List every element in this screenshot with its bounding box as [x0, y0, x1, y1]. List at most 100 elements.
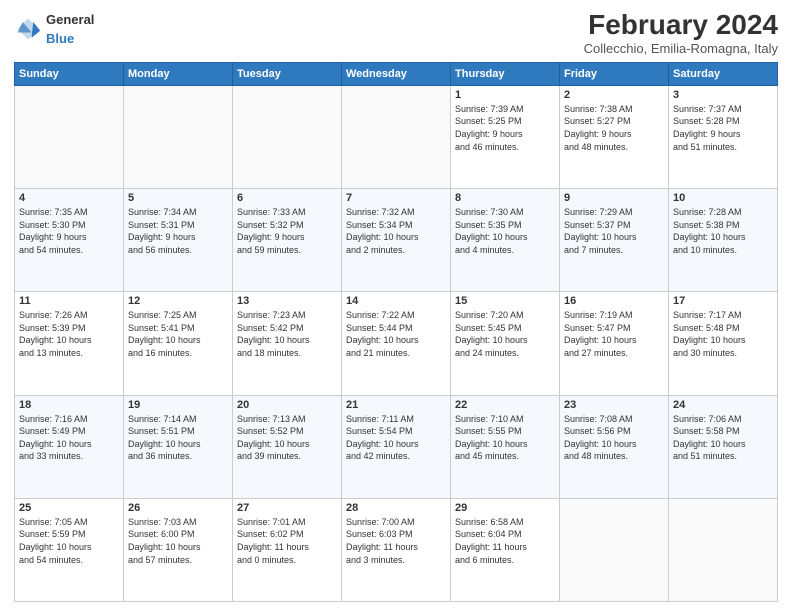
day-info-w0-d6: Sunrise: 7:37 AM Sunset: 5:28 PM Dayligh…	[673, 103, 773, 153]
day-number-w2-d3: 14	[346, 295, 446, 307]
header-monday: Monday	[124, 62, 233, 85]
calendar-cell-w2-d0: 11 Sunrise: 7:26 AM Sunset: 5:39 PM Dayli…	[15, 292, 124, 395]
header-sunday: Sunday	[15, 62, 124, 85]
day-info-w2-d0: Sunrise: 7:26 AM Sunset: 5:39 PM Dayligh…	[19, 309, 119, 359]
calendar-cell-w1-d2: 6 Sunrise: 7:33 AM Sunset: 5:32 PM Daylig…	[233, 189, 342, 292]
day-number-w3-d6: 24	[673, 399, 773, 411]
header-wednesday: Wednesday	[342, 62, 451, 85]
day-info-w1-d5: Sunrise: 7:29 AM Sunset: 5:37 PM Dayligh…	[564, 206, 664, 256]
day-info-w1-d3: Sunrise: 7:32 AM Sunset: 5:34 PM Dayligh…	[346, 206, 446, 256]
calendar-cell-w4-d2: 27Sunrise: 7:01 AM Sunset: 6:02 PM Dayli…	[233, 498, 342, 601]
day-number-w2-d5: 16	[564, 295, 664, 307]
calendar-cell-w2-d4: 15 Sunrise: 7:20 AM Sunset: 5:45 PM Dayli…	[451, 292, 560, 395]
day-info-w4-d2: Sunrise: 7:01 AM Sunset: 6:02 PM Dayligh…	[237, 516, 337, 566]
calendar-cell-w3-d4: 22 Sunrise: 7:10 AM Sunset: 5:55 PM Dayli…	[451, 395, 560, 498]
day-info-w4-d3: Sunrise: 7:00 AM Sunset: 6:03 PM Dayligh…	[346, 516, 446, 566]
day-number-w2-d6: 17	[673, 295, 773, 307]
subtitle: Collecchio, Emilia-Romagna, Italy	[584, 41, 778, 56]
week-row-4: 25 Sunrise: 7:05 AM Sunset: 5:59 PM Dayli…	[15, 498, 778, 601]
day-info-w3-d4: Sunrise: 7:10 AM Sunset: 5:55 PM Dayligh…	[455, 413, 555, 463]
calendar-cell-w2-d3: 14Sunrise: 7:22 AM Sunset: 5:44 PM Dayli…	[342, 292, 451, 395]
calendar-table: Sunday Monday Tuesday Wednesday Thursday…	[14, 62, 778, 602]
day-number-w2-d0: 11	[19, 295, 119, 307]
week-row-3: 18Sunrise: 7:16 AM Sunset: 5:49 PM Dayli…	[15, 395, 778, 498]
day-number-w1-d4: 8	[455, 192, 555, 204]
calendar-cell-w1-d6: 10 Sunrise: 7:28 AM Sunset: 5:38 PM Dayli…	[669, 189, 778, 292]
day-number-w0-d6: 3	[673, 89, 773, 101]
header-tuesday: Tuesday	[233, 62, 342, 85]
day-number-w2-d2: 13	[237, 295, 337, 307]
calendar-cell-w4-d6	[669, 498, 778, 601]
week-row-2: 11 Sunrise: 7:26 AM Sunset: 5:39 PM Dayli…	[15, 292, 778, 395]
main-title: February 2024	[584, 10, 778, 41]
calendar-cell-w1-d4: 8 Sunrise: 7:30 AM Sunset: 5:35 PM Daylig…	[451, 189, 560, 292]
day-info-w3-d5: Sunrise: 7:08 AM Sunset: 5:56 PM Dayligh…	[564, 413, 664, 463]
day-info-w3-d2: Sunrise: 7:13 AM Sunset: 5:52 PM Dayligh…	[237, 413, 337, 463]
calendar-cell-w4-d5	[560, 498, 669, 601]
day-info-w1-d6: Sunrise: 7:28 AM Sunset: 5:38 PM Dayligh…	[673, 206, 773, 256]
calendar-cell-w2-d2: 13 Sunrise: 7:23 AM Sunset: 5:42 PM Dayli…	[233, 292, 342, 395]
day-info-w4-d0: Sunrise: 7:05 AM Sunset: 5:59 PM Dayligh…	[19, 516, 119, 566]
calendar-cell-w0-d2	[233, 85, 342, 188]
calendar-cell-w0-d3	[342, 85, 451, 188]
day-info-w4-d4: Sunrise: 6:58 AM Sunset: 6:04 PM Dayligh…	[455, 516, 555, 566]
logo: General Blue	[14, 10, 94, 48]
week-row-1: 4 Sunrise: 7:35 AM Sunset: 5:30 PM Daylig…	[15, 189, 778, 292]
calendar-cell-w4-d3: 28 Sunrise: 7:00 AM Sunset: 6:03 PM Dayli…	[342, 498, 451, 601]
page: General Blue February 2024 Collecchio, E…	[0, 0, 792, 612]
day-info-w3-d6: Sunrise: 7:06 AM Sunset: 5:58 PM Dayligh…	[673, 413, 773, 463]
calendar-cell-w4-d4: 29Sunrise: 6:58 AM Sunset: 6:04 PM Dayli…	[451, 498, 560, 601]
day-number-w3-d5: 23	[564, 399, 664, 411]
calendar-cell-w0-d6: 3 Sunrise: 7:37 AM Sunset: 5:28 PM Daylig…	[669, 85, 778, 188]
day-number-w3-d4: 22	[455, 399, 555, 411]
day-info-w1-d4: Sunrise: 7:30 AM Sunset: 5:35 PM Dayligh…	[455, 206, 555, 256]
calendar-cell-w3-d3: 21Sunrise: 7:11 AM Sunset: 5:54 PM Dayli…	[342, 395, 451, 498]
day-info-w2-d6: Sunrise: 7:17 AM Sunset: 5:48 PM Dayligh…	[673, 309, 773, 359]
day-number-w1-d5: 9	[564, 192, 664, 204]
day-number-w4-d1: 26	[128, 502, 228, 514]
day-number-w4-d3: 28	[346, 502, 446, 514]
day-info-w3-d3: Sunrise: 7:11 AM Sunset: 5:54 PM Dayligh…	[346, 413, 446, 463]
day-info-w2-d4: Sunrise: 7:20 AM Sunset: 5:45 PM Dayligh…	[455, 309, 555, 359]
day-number-w2-d4: 15	[455, 295, 555, 307]
day-number-w1-d6: 10	[673, 192, 773, 204]
calendar-cell-w2-d6: 17 Sunrise: 7:17 AM Sunset: 5:48 PM Dayli…	[669, 292, 778, 395]
header-friday: Friday	[560, 62, 669, 85]
calendar-cell-w3-d1: 19 Sunrise: 7:14 AM Sunset: 5:51 PM Dayli…	[124, 395, 233, 498]
calendar-cell-w3-d5: 23 Sunrise: 7:08 AM Sunset: 5:56 PM Dayli…	[560, 395, 669, 498]
day-info-w4-d1: Sunrise: 7:03 AM Sunset: 6:00 PM Dayligh…	[128, 516, 228, 566]
day-number-w1-d0: 4	[19, 192, 119, 204]
calendar-cell-w3-d0: 18Sunrise: 7:16 AM Sunset: 5:49 PM Dayli…	[15, 395, 124, 498]
calendar-cell-w4-d0: 25 Sunrise: 7:05 AM Sunset: 5:59 PM Dayli…	[15, 498, 124, 601]
calendar-cell-w1-d5: 9 Sunrise: 7:29 AM Sunset: 5:37 PM Daylig…	[560, 189, 669, 292]
day-info-w1-d0: Sunrise: 7:35 AM Sunset: 5:30 PM Dayligh…	[19, 206, 119, 256]
title-block: February 2024 Collecchio, Emilia-Romagna…	[584, 10, 778, 56]
day-info-w2-d2: Sunrise: 7:23 AM Sunset: 5:42 PM Dayligh…	[237, 309, 337, 359]
day-number-w0-d5: 2	[564, 89, 664, 101]
day-number-w1-d2: 6	[237, 192, 337, 204]
day-info-w0-d4: Sunrise: 7:39 AM Sunset: 5:25 PM Dayligh…	[455, 103, 555, 153]
calendar-cell-w1-d3: 7Sunrise: 7:32 AM Sunset: 5:34 PM Daylig…	[342, 189, 451, 292]
calendar-cell-w1-d1: 5Sunrise: 7:34 AM Sunset: 5:31 PM Daylig…	[124, 189, 233, 292]
day-info-w3-d1: Sunrise: 7:14 AM Sunset: 5:51 PM Dayligh…	[128, 413, 228, 463]
day-number-w3-d2: 20	[237, 399, 337, 411]
day-info-w3-d0: Sunrise: 7:16 AM Sunset: 5:49 PM Dayligh…	[19, 413, 119, 463]
day-number-w4-d0: 25	[19, 502, 119, 514]
calendar-cell-w0-d1	[124, 85, 233, 188]
calendar-cell-w3-d2: 20 Sunrise: 7:13 AM Sunset: 5:52 PM Dayli…	[233, 395, 342, 498]
day-number-w3-d1: 19	[128, 399, 228, 411]
calendar-cell-w0-d5: 2Sunrise: 7:38 AM Sunset: 5:27 PM Daylig…	[560, 85, 669, 188]
day-info-w2-d5: Sunrise: 7:19 AM Sunset: 5:47 PM Dayligh…	[564, 309, 664, 359]
logo-icon	[14, 15, 42, 43]
day-number-w0-d4: 1	[455, 89, 555, 101]
calendar-cell-w2-d5: 16 Sunrise: 7:19 AM Sunset: 5:47 PM Dayli…	[560, 292, 669, 395]
header-saturday: Saturday	[669, 62, 778, 85]
week-row-0: 1 Sunrise: 7:39 AM Sunset: 5:25 PM Daylig…	[15, 85, 778, 188]
calendar-cell-w0-d0	[15, 85, 124, 188]
logo-text-general: General	[46, 12, 94, 27]
day-number-w1-d1: 5	[128, 192, 228, 204]
day-info-w1-d2: Sunrise: 7:33 AM Sunset: 5:32 PM Dayligh…	[237, 206, 337, 256]
logo-text-blue: Blue	[46, 31, 74, 46]
calendar-cell-w1-d0: 4 Sunrise: 7:35 AM Sunset: 5:30 PM Daylig…	[15, 189, 124, 292]
header-thursday: Thursday	[451, 62, 560, 85]
